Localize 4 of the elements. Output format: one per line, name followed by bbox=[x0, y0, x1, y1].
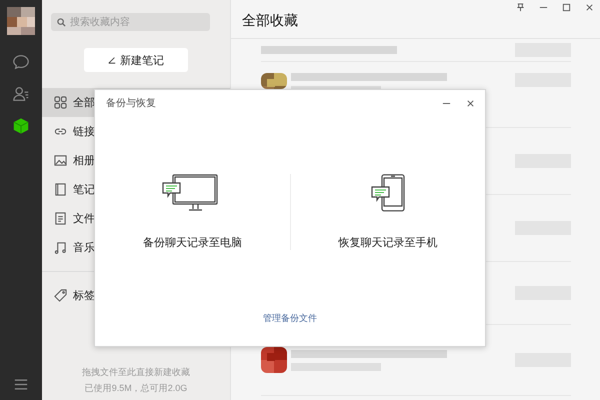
storage-note: 已使用9.5M，总可用2.0G bbox=[84, 382, 188, 395]
storage-note: 拖拽文件至此直接新建收藏 bbox=[82, 366, 190, 379]
dialog-title: 备份与恢复 bbox=[106, 96, 156, 110]
page-title: 全部收藏 bbox=[242, 12, 298, 30]
